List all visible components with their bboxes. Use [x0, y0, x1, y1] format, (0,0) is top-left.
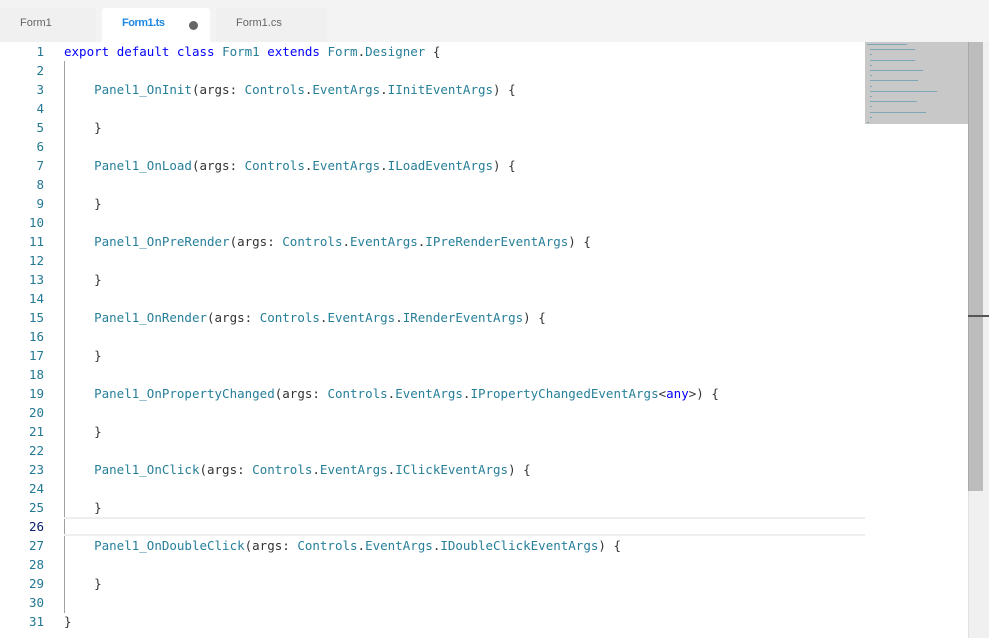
code-line[interactable]	[64, 213, 865, 232]
code-line[interactable]	[64, 289, 865, 308]
unsaved-dot-icon[interactable]	[189, 21, 198, 30]
line-number: 18	[28, 367, 44, 382]
code-line[interactable]	[64, 403, 865, 422]
minimap-line	[870, 64, 873, 66]
code-line[interactable]: Panel1_OnRender(args: Controls.EventArgs…	[64, 308, 865, 327]
minimap-line	[867, 44, 907, 45]
code-line[interactable]: export default class Form1 extends Form.…	[64, 42, 865, 61]
line-number: 24	[28, 481, 44, 496]
minimap[interactable]	[865, 42, 969, 124]
code-line[interactable]	[64, 593, 865, 612]
code-line[interactable]	[64, 327, 865, 346]
line-number: 13	[28, 272, 44, 287]
line-number: 6	[36, 139, 44, 154]
tab-form1-ts[interactable]: Form1.ts	[102, 8, 210, 42]
code-line[interactable]: Panel1_OnPreRender(args: Controls.EventA…	[64, 232, 865, 251]
code-line[interactable]: }	[64, 194, 865, 213]
code-line[interactable]: Panel1_OnInit(args: Controls.EventArgs.I…	[64, 80, 865, 99]
code-line[interactable]	[64, 137, 865, 156]
code-editor[interactable]: 1 2 3 4 5 6 7 8 9 10 11 12 13 14 15 16 17 18 19 20 21 22 23 24 2…	[0, 42, 989, 638]
line-number: 26	[28, 519, 44, 534]
line-number: 12	[28, 253, 44, 268]
code-line[interactable]: Panel1_OnClick(args: Controls.EventArgs.…	[64, 460, 865, 479]
line-number: 16	[28, 329, 44, 344]
code-line[interactable]	[64, 175, 865, 194]
line-number: 29	[28, 576, 44, 591]
line-number: 9	[36, 196, 44, 211]
minimap-line	[870, 59, 915, 61]
line-number: 19	[28, 386, 44, 401]
code-line[interactable]: }	[64, 498, 865, 517]
code-line[interactable]: Panel1_OnPropertyChanged(args: Controls.…	[64, 384, 865, 403]
current-code-line[interactable]	[64, 517, 865, 536]
code-line[interactable]: }	[64, 612, 865, 631]
line-number: 21	[28, 424, 44, 439]
line-number: 22	[28, 443, 44, 458]
line-number: 25	[28, 500, 44, 515]
line-number: 23	[28, 462, 44, 477]
vertical-scrollbar-thumb[interactable]	[968, 42, 983, 491]
line-number: 8	[36, 177, 44, 192]
tab-form1-cs[interactable]: Form1.cs	[216, 8, 327, 42]
code-line[interactable]: }	[64, 422, 865, 441]
minimap-line	[870, 54, 873, 56]
line-number: 7	[36, 158, 44, 173]
line-number: 10	[28, 215, 44, 230]
minimap-line	[870, 90, 937, 92]
code-line[interactable]	[64, 365, 865, 384]
code-line[interactable]: Panel1_OnLoad(args: Controls.EventArgs.I…	[64, 156, 865, 175]
code-line[interactable]	[64, 441, 865, 460]
line-number: 3	[36, 82, 44, 97]
tab-bar: Form1 Form1.ts Form1.cs	[0, 0, 989, 42]
minimap-line	[870, 106, 873, 108]
line-number: 5	[36, 120, 44, 135]
minimap-line	[870, 70, 923, 71]
minimap-line	[870, 80, 919, 82]
code-line[interactable]	[64, 99, 865, 118]
line-number: 30	[28, 595, 44, 610]
line-number: 11	[28, 234, 44, 249]
code-line[interactable]	[64, 479, 865, 498]
code-line[interactable]	[64, 251, 865, 270]
line-number-gutter: 1 2 3 4 5 6 7 8 9 10 11 12 13 14 15 16 17 18 19 20 21 22 23 24 2…	[0, 42, 44, 631]
code-line[interactable]	[64, 555, 865, 574]
line-number: 15	[28, 310, 44, 325]
code-line[interactable]: Panel1_OnDoubleClick(args: Controls.Even…	[64, 536, 865, 555]
line-number: 14	[28, 291, 44, 306]
line-number: 27	[28, 538, 44, 553]
tab-label: Form1	[20, 17, 52, 29]
code-line[interactable]: }	[64, 346, 865, 365]
line-number: 20	[28, 405, 44, 420]
line-number: 1	[36, 44, 44, 59]
code-line[interactable]: }	[64, 118, 865, 137]
tab-form1[interactable]: Form1	[0, 8, 96, 42]
minimap-line	[867, 122, 869, 123]
line-number: 4	[36, 101, 44, 116]
line-number: 2	[36, 63, 44, 78]
minimap-line	[870, 75, 873, 77]
code-line[interactable]	[64, 61, 865, 80]
minimap-line	[870, 96, 873, 97]
code-area[interactable]: export default class Form1 extends Form.…	[64, 42, 865, 631]
minimap-line	[870, 85, 873, 87]
minimap-line	[870, 116, 873, 118]
minimap-line	[870, 101, 917, 103]
code-line[interactable]: }	[64, 270, 865, 289]
minimap-line	[870, 49, 915, 51]
line-number: 31	[28, 614, 44, 629]
tab-label: Form1.ts	[122, 17, 165, 29]
scrollbar-cursor-marker	[968, 315, 989, 317]
code-line[interactable]: }	[64, 574, 865, 593]
line-number: 17	[28, 348, 44, 363]
minimap-line	[870, 111, 927, 113]
tab-label: Form1.cs	[236, 17, 282, 29]
line-number: 28	[28, 557, 44, 572]
